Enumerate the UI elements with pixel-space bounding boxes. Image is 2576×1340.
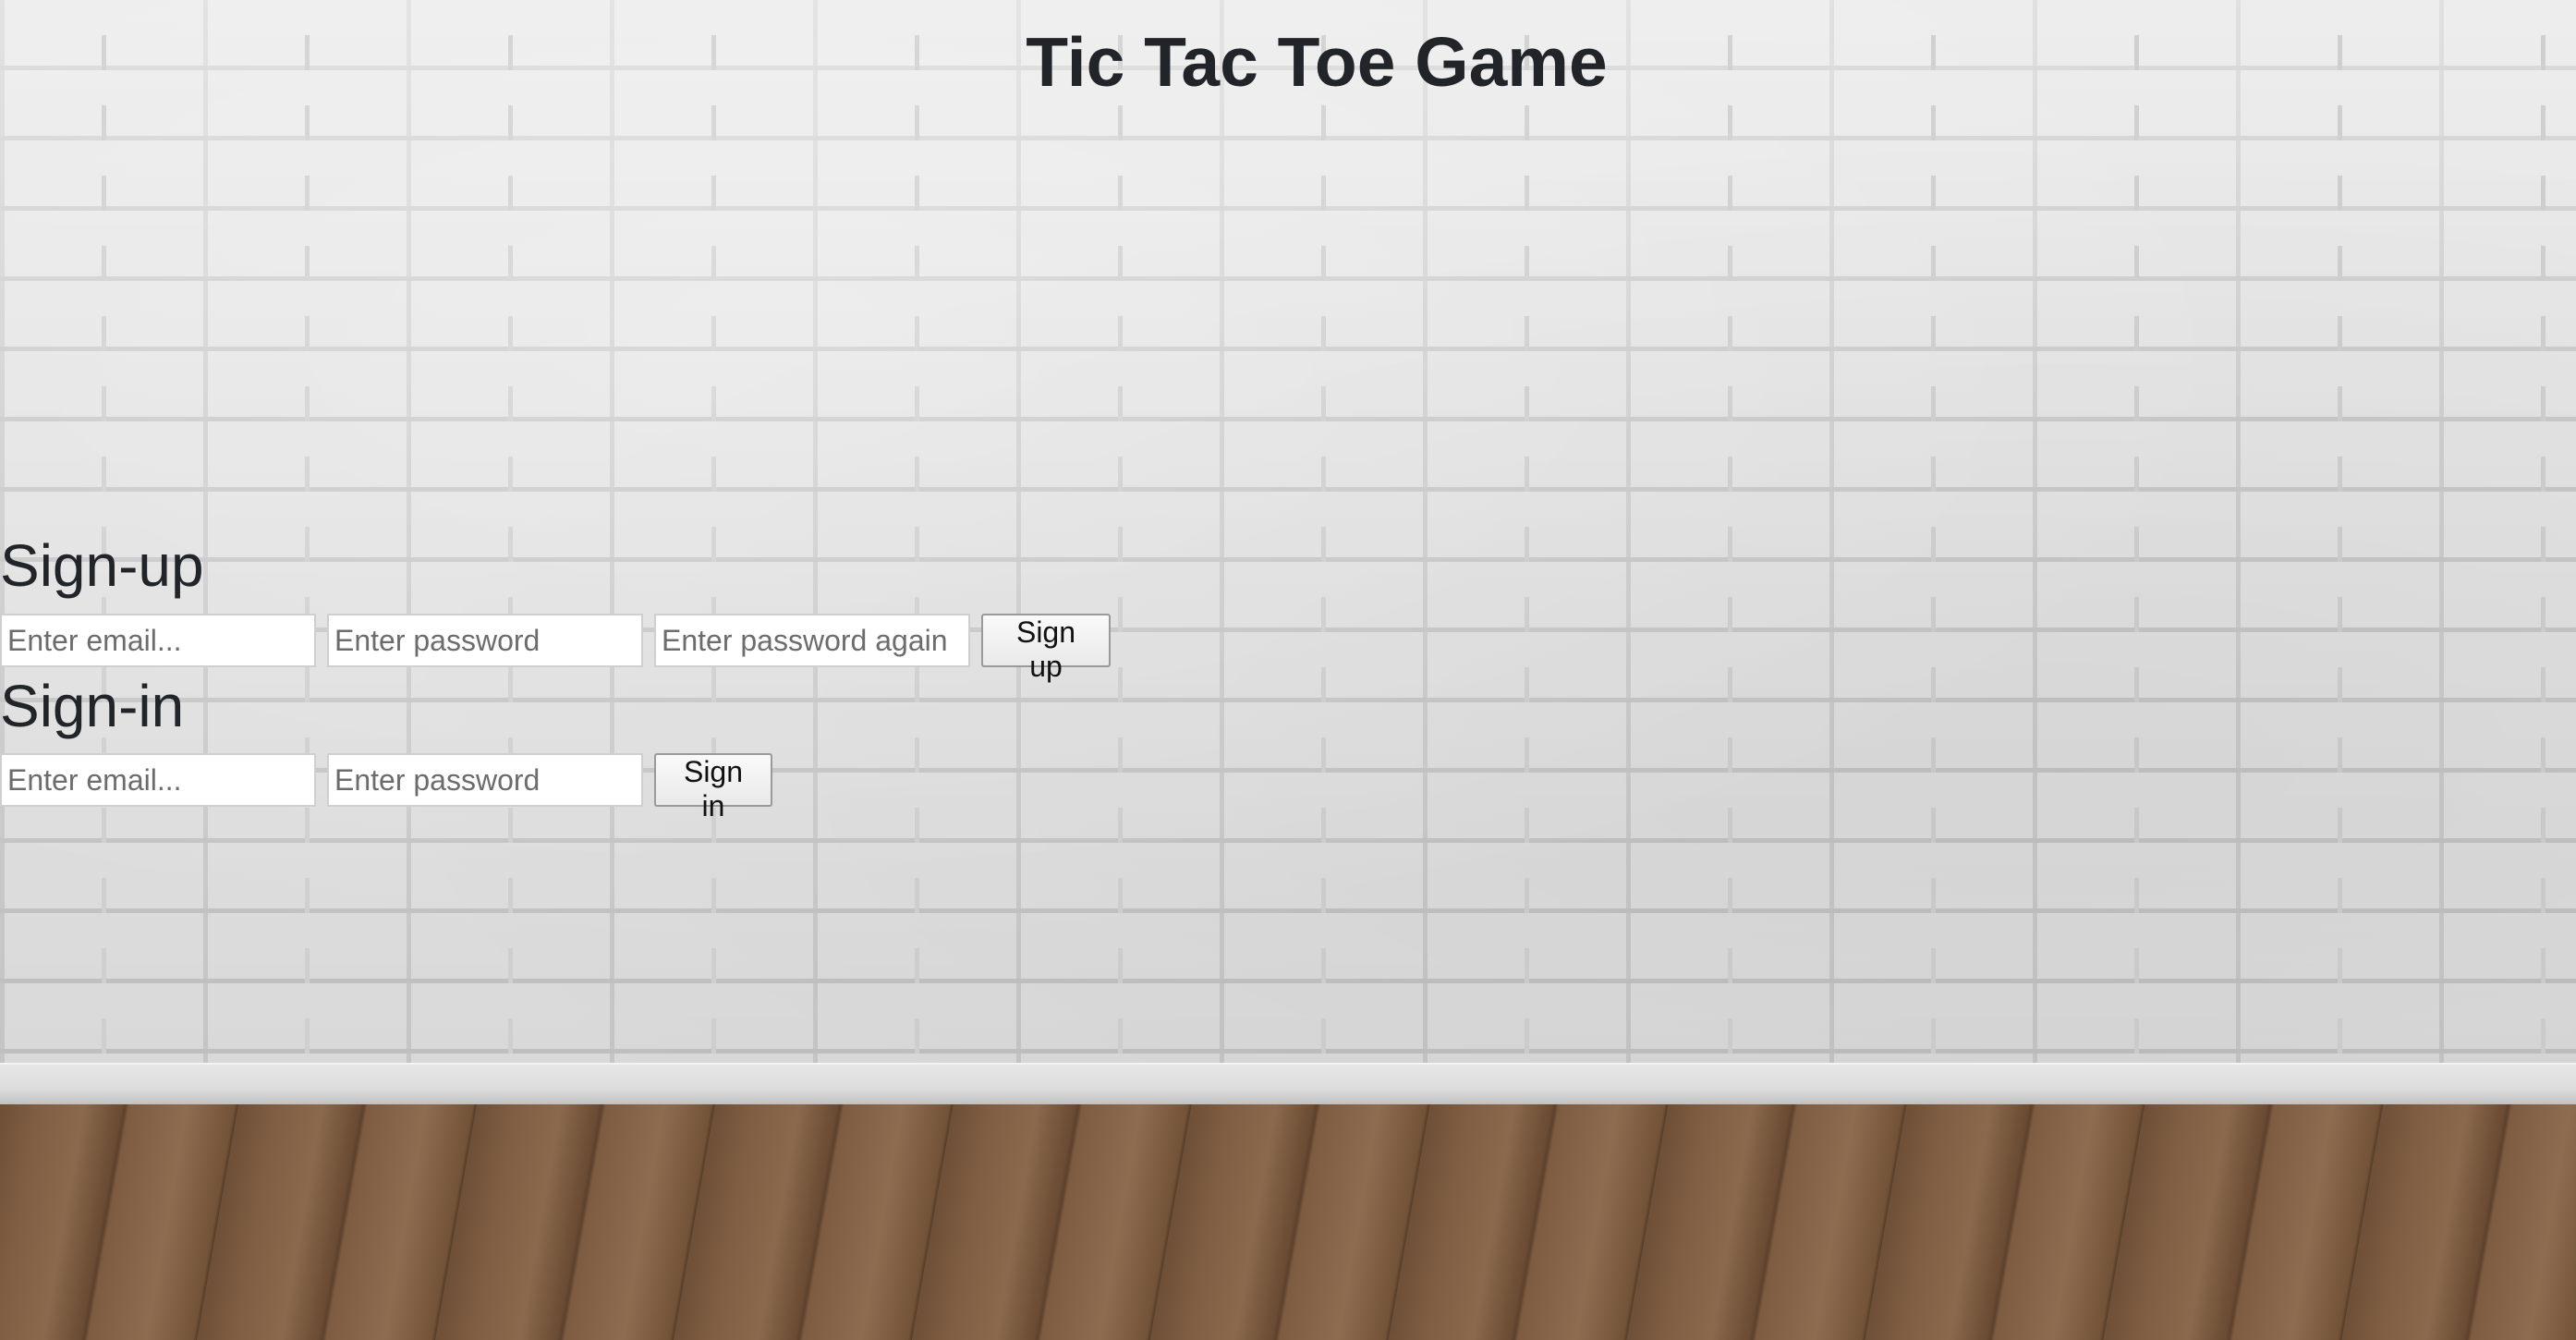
signin-heading: Sign-in bbox=[0, 673, 185, 739]
signup-button[interactable]: Sign up bbox=[981, 614, 1111, 683]
signin-form: Sign in bbox=[0, 753, 772, 822]
page-title: Tic Tac Toe Game bbox=[1026, 23, 1608, 101]
page-content: Tic Tac Toe Game Sign-up Sign up Sign-in… bbox=[0, 0, 2576, 1340]
signin-password-input[interactable] bbox=[327, 753, 643, 807]
signup-password-input[interactable] bbox=[327, 614, 643, 667]
signup-heading: Sign-up bbox=[0, 532, 204, 599]
signup-form: Sign up bbox=[0, 614, 1111, 683]
signup-email-input[interactable] bbox=[0, 614, 316, 667]
signup-password-confirm-input[interactable] bbox=[654, 614, 970, 667]
signin-button[interactable]: Sign in bbox=[654, 753, 772, 822]
signin-email-input[interactable] bbox=[0, 753, 316, 807]
